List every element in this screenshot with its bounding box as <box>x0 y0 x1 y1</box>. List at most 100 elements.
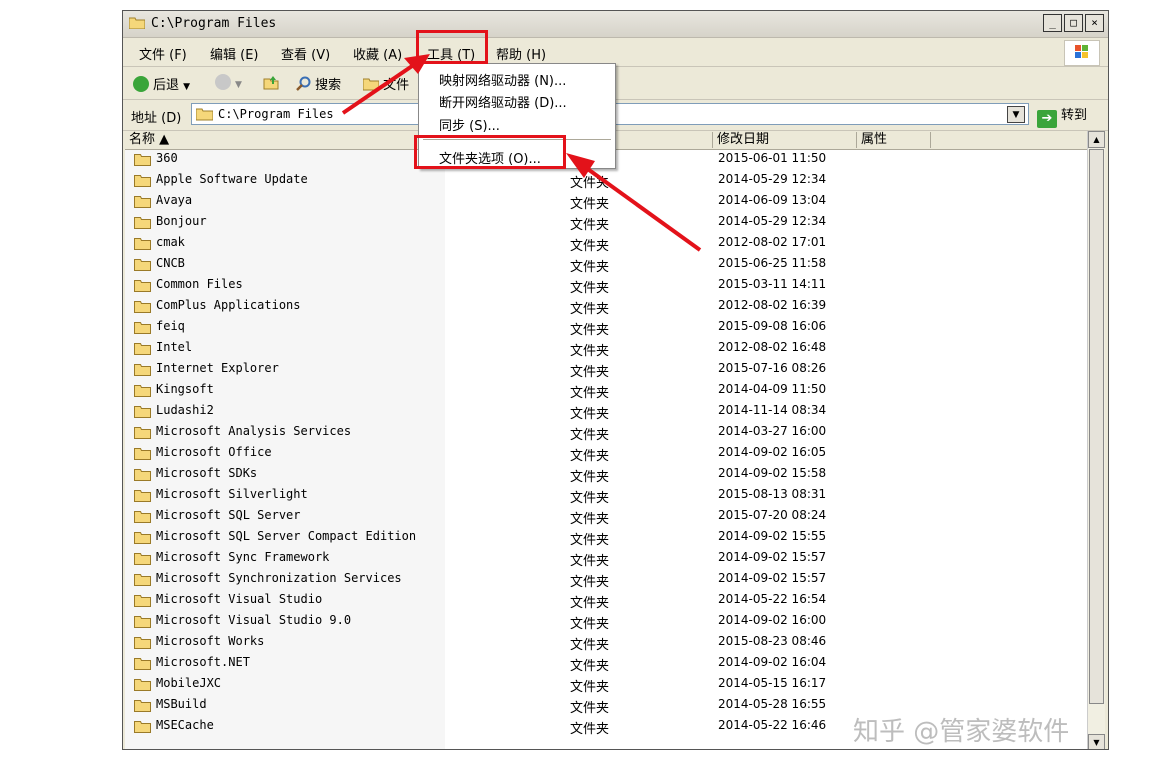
scroll-thumb[interactable] <box>1089 149 1104 704</box>
column-attributes[interactable]: 属性 <box>857 132 931 148</box>
file-modified: 2012-08-02 16:39 <box>718 298 827 312</box>
minimize-button[interactable]: _ <box>1043 14 1062 32</box>
file-modified: 2012-08-02 17:01 <box>718 235 827 249</box>
search-button[interactable]: 搜索 <box>295 74 341 93</box>
file-name: Microsoft Sync Framework <box>156 550 330 564</box>
folder-icon <box>134 700 151 712</box>
folder-icon <box>134 406 151 418</box>
table-row[interactable]: Internet Explorer 文件夹 2015-07-16 08:26 <box>125 359 1087 380</box>
file-name: Kingsoft <box>156 382 214 396</box>
folders-button[interactable]: 文件 <box>362 74 409 93</box>
back-button[interactable]: 后退 ▼ <box>133 74 190 93</box>
folder-icon <box>134 511 151 523</box>
menu-item-folder-options[interactable]: 文件夹选项 (O)... <box>439 148 541 167</box>
file-modified: 2015-03-11 14:11 <box>718 277 827 291</box>
file-type: 文件夹 <box>570 176 610 191</box>
file-type: 文件夹 <box>570 386 610 401</box>
table-row[interactable]: Microsoft SQL Server 文件夹 2015-07-20 08:24 <box>125 506 1087 527</box>
table-row[interactable]: ComPlus Applications 文件夹 2012-08-02 16:39 <box>125 296 1087 317</box>
file-type: 文件夹 <box>570 302 610 317</box>
scroll-up-arrow-icon[interactable]: ▲ <box>1088 131 1105 148</box>
table-row[interactable]: Microsoft Silverlight 文件夹 2015-08-13 08:31 <box>125 485 1087 506</box>
table-row[interactable]: Microsoft Visual Studio 9.0 文件夹 2014-09-02… <box>125 611 1087 632</box>
chevron-down-icon: ▼ <box>183 82 191 92</box>
search-icon <box>296 76 311 91</box>
menu-view[interactable]: 查看 (V) <box>281 44 330 63</box>
file-modified: 2015-08-13 08:31 <box>718 487 827 501</box>
column-modified[interactable]: 修改日期 <box>713 132 857 148</box>
file-type: 文件夹 <box>570 491 610 506</box>
table-row[interactable]: Bonjour 文件夹 2014-05-29 12:34 <box>125 212 1087 233</box>
menu-favorites[interactable]: 收藏 (A) <box>353 44 402 63</box>
folder-icon <box>134 574 151 586</box>
file-type: 文件夹 <box>570 407 610 422</box>
file-type: 文件夹 <box>570 554 610 569</box>
file-type: 文件夹 <box>570 512 610 527</box>
go-button[interactable]: ➔ 转到 <box>1037 104 1087 128</box>
file-modified: 2014-09-02 16:05 <box>718 445 827 459</box>
table-row[interactable]: Ludashi2 文件夹 2014-11-14 08:34 <box>125 401 1087 422</box>
file-type: 文件夹 <box>570 596 610 611</box>
table-row[interactable]: Microsoft Synchronization Services 文件夹 201… <box>125 569 1087 590</box>
table-row[interactable]: Microsoft.NET 文件夹 2014-09-02 16:04 <box>125 653 1087 674</box>
menu-edit[interactable]: 编辑 (E) <box>210 44 259 63</box>
back-label: 后退 <box>153 78 180 93</box>
menu-item-sync[interactable]: 同步 (S)... <box>439 115 500 134</box>
file-name: Ludashi2 <box>156 403 214 417</box>
table-row[interactable]: Microsoft SDKs 文件夹 2014-09-02 15:58 <box>125 464 1087 485</box>
table-row[interactable]: Microsoft SQL Server Compact Edition 文件夹 2… <box>125 527 1087 548</box>
menu-item-disconnect-drive[interactable]: 断开网络驱动器 (D)... <box>439 92 567 111</box>
tools-menu: 映射网络驱动器 (N)... 断开网络驱动器 (D)... 同步 (S)... … <box>418 63 616 169</box>
menu-help[interactable]: 帮助 (H) <box>496 44 546 63</box>
menu-item-map-drive[interactable]: 映射网络驱动器 (N)... <box>439 70 566 89</box>
folder-icon <box>134 280 151 292</box>
title-bar[interactable]: C:\Program Files _ □ × <box>123 11 1108 38</box>
forward-arrow-icon <box>215 74 231 90</box>
folder-icon <box>134 679 151 691</box>
menu-tools[interactable]: 工具 (T) <box>427 44 475 63</box>
folder-icon <box>134 238 151 250</box>
folder-icon <box>134 490 151 502</box>
table-row[interactable]: feiq 文件夹 2015-09-08 16:06 <box>125 317 1087 338</box>
file-type: 文件夹 <box>570 344 610 359</box>
table-row[interactable]: CNCB 文件夹 2015-06-25 11:58 <box>125 254 1087 275</box>
file-list: 名称 ▲ 修改日期 属性 360 2015-06-01 11:50 Apple So… <box>125 131 1087 749</box>
file-modified: 2014-06-09 13:04 <box>718 193 827 207</box>
file-type: 文件夹 <box>570 533 610 548</box>
menu-file[interactable]: 文件 (F) <box>139 44 187 63</box>
folder-icon <box>134 364 151 376</box>
table-row[interactable]: Apple Software Update 文件夹 2014-05-29 12:34 <box>125 170 1087 191</box>
folder-icon <box>134 154 151 166</box>
scroll-down-arrow-icon[interactable]: ▼ <box>1088 734 1105 749</box>
file-type: 文件夹 <box>570 575 610 590</box>
file-modified: 2015-07-20 08:24 <box>718 508 827 522</box>
file-modified: 2015-09-08 16:06 <box>718 319 827 333</box>
address-dropdown-button[interactable]: ▼ <box>1007 106 1025 123</box>
file-type: 文件夹 <box>570 323 610 338</box>
table-row[interactable]: Microsoft Analysis Services 文件夹 2014-03-27… <box>125 422 1087 443</box>
up-folder-button[interactable] <box>263 74 279 91</box>
file-type: 文件夹 <box>570 239 610 254</box>
table-row[interactable]: Microsoft Visual Studio 文件夹 2014-05-22 16:… <box>125 590 1087 611</box>
file-type: 文件夹 <box>570 281 610 296</box>
vertical-scrollbar[interactable]: ▲ ▼ <box>1087 131 1105 749</box>
table-row[interactable]: Microsoft Office 文件夹 2014-09-02 16:05 <box>125 443 1087 464</box>
table-row[interactable]: MobileJXC 文件夹 2014-05-15 16:17 <box>125 674 1087 695</box>
table-row[interactable]: Kingsoft 文件夹 2014-04-09 11:50 <box>125 380 1087 401</box>
maximize-button[interactable]: □ <box>1064 14 1083 32</box>
folder-icon <box>134 196 151 208</box>
table-row[interactable]: Avaya 文件夹 2014-06-09 13:04 <box>125 191 1087 212</box>
file-type: 文件夹 <box>570 218 610 233</box>
forward-button[interactable]: ▼ <box>215 74 242 91</box>
file-type: 文件夹 <box>570 365 610 380</box>
table-row[interactable]: Microsoft Sync Framework 文件夹 2014-09-02 15… <box>125 548 1087 569</box>
back-arrow-icon <box>133 76 149 92</box>
file-name: Microsoft Visual Studio <box>156 592 323 606</box>
table-row[interactable]: Common Files 文件夹 2015-03-11 14:11 <box>125 275 1087 296</box>
table-row[interactable]: cmak 文件夹 2012-08-02 17:01 <box>125 233 1087 254</box>
folder-icon <box>196 108 213 121</box>
table-row[interactable]: Microsoft Works 文件夹 2015-08-23 08:46 <box>125 632 1087 653</box>
folder-icon <box>134 448 151 460</box>
close-button[interactable]: × <box>1085 14 1104 32</box>
table-row[interactable]: Intel 文件夹 2012-08-02 16:48 <box>125 338 1087 359</box>
